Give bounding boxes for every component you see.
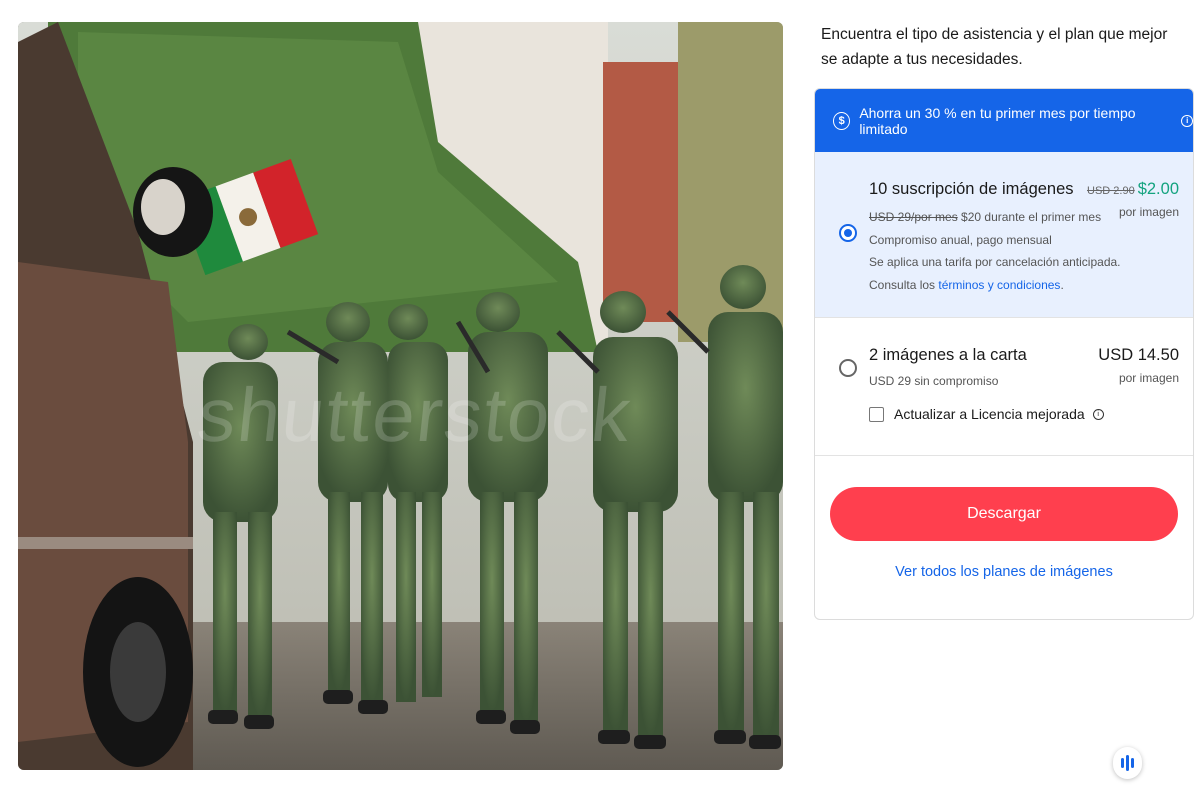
plan-price-box: USD 2.90 $2.00 por imagen <box>1087 180 1179 219</box>
first-month-price: $20 durante el primer mes <box>957 210 1102 224</box>
plan-subtitle: USD 29 sin compromiso <box>869 374 999 388</box>
intro-text: Encuentra el tipo de asistencia y el pla… <box>821 26 1168 68</box>
per-unit-label: por imagen <box>1118 205 1179 219</box>
plan-price: USD 14.50 <box>1098 346 1179 364</box>
terms-suffix: . <box>1060 277 1064 292</box>
plan-title: 2 imágenes a la carta <box>869 346 1027 364</box>
old-monthly-price: USD 29/por mes <box>869 210 958 224</box>
plans-card: $ Ahorra un 30 % en tu primer mes por ti… <box>814 88 1194 620</box>
old-price: USD 2.90 <box>1087 185 1135 197</box>
enhanced-license-option[interactable]: Actualizar a Licencia mejorada i <box>869 406 1104 422</box>
terms-link[interactable]: términos y condiciones <box>938 278 1060 292</box>
commitment-text: Compromiso anual, pago mensual <box>869 232 1052 247</box>
info-icon[interactable]: i <box>1181 114 1193 127</box>
download-button[interactable]: Descargar <box>830 487 1178 541</box>
per-unit-label: por imagen <box>1118 371 1179 385</box>
stock-photo[interactable]: shutterstock <box>18 22 783 770</box>
plan-radio-selected[interactable] <box>839 224 857 242</box>
promo-text: Ahorra un 30 % en tu primer mes por tiem… <box>859 104 1136 137</box>
discounted-price: $2.00 <box>1137 180 1179 198</box>
info-icon[interactable]: i <box>1092 408 1104 420</box>
promo-banner: $ Ahorra un 30 % en tu primer mes por ti… <box>815 89 1193 152</box>
plan-details: USD 29/por mes $20 durante el primer mes… <box>869 206 1121 296</box>
enhanced-license-checkbox[interactable] <box>869 406 884 422</box>
terms-prefix: Consulta los <box>869 277 939 292</box>
plan-title: 10 suscripción de imágenes <box>869 180 1074 198</box>
view-all-plans-link[interactable]: Ver todos los planes de imágenes <box>815 564 1193 580</box>
plan-option-subscription[interactable]: 10 suscripción de imágenes USD 29/por me… <box>815 152 1193 318</box>
dollar-circle-icon: $ <box>833 111 851 130</box>
plan-option-on-demand[interactable]: 2 imágenes a la carta USD 29 sin comprom… <box>815 318 1193 456</box>
enhanced-license-label: Actualizar a Licencia mejorada <box>894 406 1085 422</box>
fee-note: Se aplica una tarifa por cancelación ant… <box>869 255 1121 269</box>
voice-assistant-icon[interactable] <box>1113 747 1142 779</box>
plan-radio-unselected[interactable] <box>839 359 857 377</box>
photo-illustration <box>18 22 783 770</box>
plan-price-box: USD 14.50 por imagen <box>1098 346 1179 385</box>
